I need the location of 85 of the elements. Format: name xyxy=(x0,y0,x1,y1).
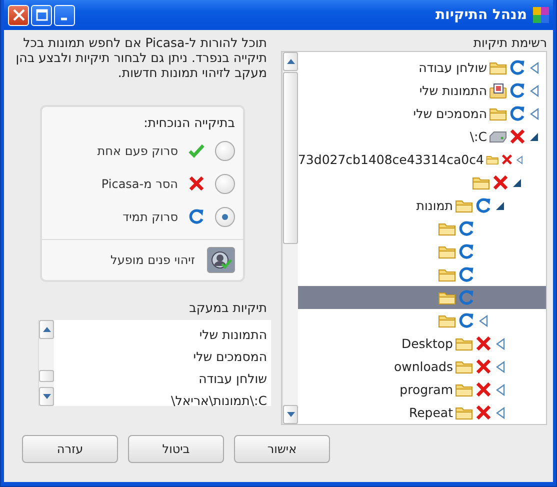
scroll-up-icon[interactable] xyxy=(286,59,294,64)
option-label: סרוק תמיד xyxy=(122,210,178,224)
dialog-button[interactable]: אישור xyxy=(234,435,330,463)
collapsed-arrow-icon[interactable] xyxy=(528,62,540,74)
remove-icon xyxy=(188,175,205,192)
folder-name: התמונות שלי xyxy=(419,83,487,98)
folder-name: 73d027cb1408ce43314ca0c4 xyxy=(298,152,484,167)
refresh-icon xyxy=(188,208,205,225)
expanded-arrow-icon[interactable] xyxy=(494,200,506,212)
scroll-thumb[interactable] xyxy=(39,370,54,382)
option-label: הסר מ-Picasa xyxy=(101,176,178,190)
dialog-button[interactable]: ביטול xyxy=(128,435,224,463)
option-label: סרוק פעם אחת xyxy=(97,144,178,158)
scrollbar[interactable] xyxy=(282,52,298,424)
collapsed-arrow-icon[interactable] xyxy=(528,84,540,96)
folder-row[interactable]: שולחן עבודה xyxy=(298,56,546,79)
description-text: תוכל להורות ל-Picasa אם לחפש תמונות בכל תיקייה בנפרד. ניתן גם לבחור תיקיות ולבצע בהן מעקב לזיהוי תמונות חדשות. xyxy=(14,35,267,82)
expanded-arrow-icon[interactable] xyxy=(511,176,523,188)
watched-folder-item[interactable]: התמונות שלי xyxy=(199,324,271,346)
folder-row[interactable]: C:\ xyxy=(298,125,546,148)
folder-row[interactable] xyxy=(298,286,546,309)
collapsed-arrow-icon[interactable] xyxy=(494,384,506,396)
collapsed-arrow-icon[interactable] xyxy=(528,108,540,120)
folder-icon xyxy=(438,244,456,259)
folder-icon xyxy=(489,60,507,75)
pictures-folder-icon xyxy=(489,82,507,98)
folder-row[interactable]: Desktop xyxy=(298,332,546,355)
options-title: בתיקייה הנוכחית: xyxy=(142,114,236,132)
folder-row[interactable]: Repeat xyxy=(298,401,546,424)
folder-name: C:\ xyxy=(470,129,487,144)
folder-icon xyxy=(438,221,456,236)
scrollbar[interactable] xyxy=(38,320,54,406)
radio-button[interactable] xyxy=(215,140,235,160)
folder-name: תמונות xyxy=(416,198,453,213)
folder-icon xyxy=(455,198,473,213)
folder-icon xyxy=(489,106,507,121)
folder-icon xyxy=(438,290,456,305)
folder-name: Desktop xyxy=(401,336,453,351)
folder-row[interactable]: התמונות שלי xyxy=(298,79,546,102)
folder-name: Repeat xyxy=(408,405,453,420)
radio-button[interactable] xyxy=(215,206,235,226)
folder-row[interactable]: program xyxy=(298,378,546,401)
folder-icon xyxy=(438,313,456,328)
collapsed-arrow-icon[interactable] xyxy=(514,154,523,166)
folder-icon xyxy=(438,267,456,282)
check-icon xyxy=(188,143,205,158)
app-logo-icon xyxy=(533,7,549,23)
maximize-icon[interactable] xyxy=(36,9,48,21)
close-icon[interactable] xyxy=(12,9,24,21)
scroll-down-icon[interactable] xyxy=(286,412,294,417)
drive-icon xyxy=(489,130,507,142)
folder-icon xyxy=(455,336,473,351)
folder-name: שולחן עבודה xyxy=(418,60,487,75)
folder-name: program xyxy=(400,382,453,397)
scroll-down-icon[interactable] xyxy=(42,394,50,399)
dialog-button[interactable]: עזרה xyxy=(22,435,118,463)
folder-icon xyxy=(472,175,490,190)
watched-folder-item[interactable]: המסמכים שלי xyxy=(193,346,271,368)
window-title: מנהל התיקיות xyxy=(435,7,527,23)
close-button[interactable] xyxy=(8,4,29,26)
collapsed-arrow-icon[interactable] xyxy=(477,314,489,326)
folder-icon xyxy=(455,405,473,420)
maximize-button[interactable] xyxy=(31,4,52,26)
folder-icon xyxy=(455,359,473,374)
watched-folders-title: תיקיות במעקב xyxy=(189,300,267,316)
folder-row[interactable]: תמונות xyxy=(298,194,546,217)
expanded-arrow-icon[interactable] xyxy=(528,130,540,142)
face-detection-label: זיהוי פנים מופעל xyxy=(110,253,195,267)
radio-button[interactable] xyxy=(215,174,235,194)
folder-name: המסמכים שלי xyxy=(413,106,487,121)
folder-icon xyxy=(455,382,473,397)
watched-folder-item[interactable]: C:\תמונות\אריאל\ xyxy=(171,390,271,412)
folder-name: ownloads xyxy=(394,359,453,374)
watched-folder-item[interactable]: שולחן עבודה xyxy=(198,368,271,390)
folder-row[interactable]: ownloads xyxy=(298,355,546,378)
folder-row[interactable]: המסמכים שלי xyxy=(298,102,546,125)
minimize-button[interactable] xyxy=(54,4,75,26)
collapsed-arrow-icon[interactable] xyxy=(494,406,506,418)
folder-list-title: רשימת תיקיות xyxy=(473,35,547,51)
face-detection-toggle[interactable] xyxy=(207,247,235,273)
scroll-thumb[interactable] xyxy=(283,72,298,244)
collapsed-arrow-icon[interactable] xyxy=(494,360,506,372)
collapsed-arrow-icon[interactable] xyxy=(494,338,506,350)
scroll-up-icon[interactable] xyxy=(42,327,50,332)
folder-row[interactable]: 73d027cb1408ce43314ca0c4 xyxy=(298,148,546,171)
